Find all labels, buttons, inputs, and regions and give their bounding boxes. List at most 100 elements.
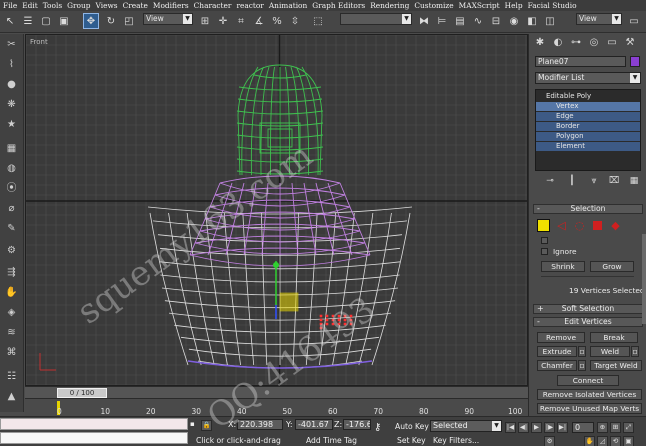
arrow-up-icon[interactable]: ▲ (4, 390, 19, 404)
select-manipulate-icon[interactable]: ✛ (215, 13, 231, 29)
show-end-result-icon[interactable]: ┃ (565, 174, 579, 188)
select-move-icon[interactable]: ✥ (83, 13, 99, 29)
material-editor-icon[interactable]: ◉ (506, 13, 522, 29)
border-select-icon[interactable]: ◌ (573, 219, 586, 232)
modifier-list-dropdown[interactable]: Modifier List ▼ (535, 72, 641, 84)
stack-item-border[interactable]: Border (536, 122, 640, 131)
remove-modifier-icon[interactable]: ⌧ (607, 174, 621, 188)
brush-icon[interactable]: ✎ (4, 222, 19, 236)
flow-icon[interactable]: ⇶ (4, 266, 19, 280)
remove-isolated-vertices-button[interactable]: Remove Isolated Vertices (537, 389, 642, 400)
hierarchy-tab-icon[interactable]: ⊶ (569, 36, 583, 50)
select-object-icon[interactable]: ↖ (2, 13, 18, 29)
relax-icon[interactable]: ❋ (4, 98, 19, 112)
menu-tools[interactable]: Tools (43, 1, 62, 10)
render-type-dropdown[interactable]: View ▼ (576, 13, 622, 25)
extrude-button[interactable]: Extrude (537, 346, 577, 357)
element-select-icon[interactable]: ◆ (609, 219, 622, 232)
select-scale-icon[interactable]: ◰ (121, 13, 137, 29)
selection-rollout-header[interactable]: - Selection (533, 204, 643, 214)
menu-modifiers[interactable]: Modifiers (153, 1, 189, 10)
x-coord-field[interactable]: 220.398 (237, 419, 283, 430)
key-filters-button[interactable]: Key Filters... (433, 436, 479, 445)
time-config-icon[interactable]: ⚙ (544, 436, 555, 446)
render-last-icon[interactable]: ▭ (626, 13, 642, 29)
cylinder-icon[interactable]: ◍ (4, 162, 19, 176)
hair-icon[interactable]: ≋ (4, 326, 19, 340)
region-select-icon[interactable]: ▢ (38, 13, 54, 29)
fov-icon[interactable]: ◿ (597, 436, 608, 446)
key-mode-dropdown[interactable]: Selected ▼ (430, 420, 502, 432)
selection-lock-toggle[interactable]: 🔒 (201, 420, 212, 431)
weld-settings-button[interactable]: ▫ (631, 346, 639, 357)
modifier-stack[interactable]: Editable Poly Vertex Edge Border Polygon Elem… (535, 89, 641, 171)
stack-item-edge[interactable]: Edge (536, 112, 640, 121)
menu-reactor[interactable]: reactor (236, 1, 263, 10)
morph-icon[interactable]: ◈ (4, 306, 19, 320)
pin-stack-icon[interactable]: ⊸ (543, 174, 557, 188)
render-scene-icon[interactable]: ◧ (524, 13, 540, 29)
menu-rendering[interactable]: Rendering (370, 1, 409, 10)
sphere-icon[interactable]: ● (4, 78, 19, 92)
shrink-button[interactable]: Shrink (541, 261, 585, 272)
menu-edit[interactable]: Edit (22, 1, 37, 10)
zoom-icon[interactable]: ⊕ (597, 422, 608, 433)
menu-file[interactable]: File (3, 1, 17, 10)
menu-create[interactable]: Create (123, 1, 148, 10)
menu-character[interactable]: Character (194, 1, 232, 10)
menu-facial-studio[interactable]: Facial Studio (528, 1, 577, 10)
object-color-swatch[interactable] (630, 56, 640, 67)
align-icon[interactable]: ⊨ (434, 13, 450, 29)
menu-group[interactable]: Group (67, 1, 90, 10)
object-name-field[interactable]: Plane07 (535, 56, 626, 67)
y-coord-field[interactable]: -401.67 (295, 419, 333, 430)
create-tab-icon[interactable]: ✱ (533, 36, 547, 50)
chamfer-button[interactable]: Chamfer (537, 360, 577, 371)
star-icon[interactable]: ★ (4, 118, 19, 132)
maxscript-output-mini[interactable] (0, 432, 188, 444)
next-frame-icon[interactable]: |▶ (544, 422, 555, 433)
cloth-icon[interactable]: ⌘ (4, 346, 19, 360)
ignore-backfacing-checkbox[interactable] (541, 248, 548, 255)
time-slider[interactable]: 0 / 100 (25, 386, 528, 398)
make-unique-icon[interactable]: ⩔ (587, 174, 601, 188)
current-frame-field[interactable]: 0 (572, 422, 594, 433)
go-to-start-icon[interactable]: |◀ (505, 422, 516, 433)
front-viewport[interactable]: Front (25, 34, 528, 386)
named-selection-dropdown[interactable]: ▼ (340, 13, 412, 25)
connect-button[interactable]: Connect (557, 375, 619, 386)
auto-key-button[interactable]: Auto Key (395, 422, 429, 431)
chamfer-settings-button[interactable]: ▫ (578, 360, 586, 371)
polygon-select-icon[interactable] (593, 221, 602, 230)
menu-customize[interactable]: Customize (414, 1, 453, 10)
go-to-end-icon[interactable]: ▶| (557, 422, 568, 433)
remove-button[interactable]: Remove (537, 332, 585, 343)
tube-icon[interactable]: ⌀ (4, 202, 19, 216)
configure-sets-icon[interactable]: ▦ (627, 174, 641, 188)
spinner-snap-icon[interactable]: ⇳ (287, 13, 303, 29)
mirror-icon[interactable]: ⧓ (416, 13, 432, 29)
time-slider-thumb[interactable]: 0 / 100 (57, 388, 107, 398)
window-crossing-icon[interactable]: ▣ (56, 13, 72, 29)
stack-item-vertex[interactable]: Vertex (536, 102, 640, 111)
motion-tab-icon[interactable]: ◎ (587, 36, 601, 50)
pan-icon[interactable]: ✋ (584, 436, 595, 446)
command-panel-scrollbar[interactable] (642, 234, 646, 324)
grow-button[interactable]: Grow (590, 261, 634, 272)
track-bar[interactable]: 0 10 20 30 40 50 60 70 80 90 100 (25, 398, 528, 416)
zoom-all-icon[interactable]: ⊞ (610, 422, 621, 433)
stack-item-element[interactable]: Element (536, 142, 640, 151)
by-vertex-checkbox[interactable] (541, 237, 548, 244)
weld-button[interactable]: Weld (590, 346, 630, 357)
arc-rotate-icon[interactable]: ⟲ (610, 436, 621, 446)
maximize-viewport-icon[interactable]: ▣ (623, 436, 634, 446)
zoom-extents-icon[interactable]: ⤢ (623, 422, 634, 433)
utilities-tab-icon[interactable]: ⚒ (623, 36, 637, 50)
select-by-name-icon[interactable]: ☰ (20, 13, 36, 29)
maxscript-listener-mini[interactable] (0, 418, 188, 430)
lock-selection-icon[interactable]: ▪ (190, 420, 195, 428)
display-tab-icon[interactable]: ▭ (605, 36, 619, 50)
pivot-center-icon[interactable]: ⊞ (197, 13, 213, 29)
previous-frame-icon[interactable]: ◀| (518, 422, 529, 433)
named-selection-icon[interactable]: ⬚ (310, 13, 326, 29)
